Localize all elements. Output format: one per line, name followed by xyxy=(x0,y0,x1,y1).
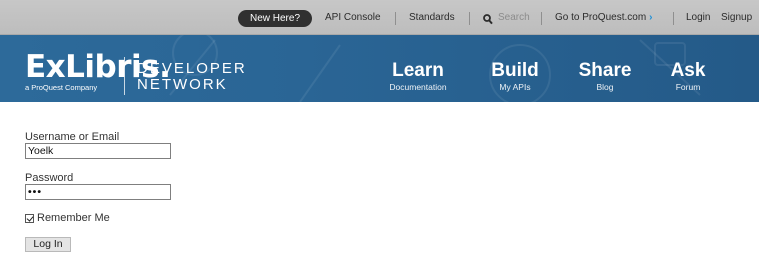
new-here-button[interactable]: New Here? xyxy=(238,10,312,27)
goto-proquest-link[interactable]: Go to ProQuest.com › xyxy=(555,11,653,25)
divider xyxy=(395,12,396,25)
search-icon xyxy=(483,12,493,30)
nav-share-label: Share xyxy=(578,60,632,81)
top-utility-bar: New Here? API Console Standards Search G… xyxy=(0,0,759,35)
developer-title-line2: NETWORK xyxy=(137,76,228,93)
logo-tagline: a ProQuest Company xyxy=(25,83,98,92)
checkbox-checked-icon[interactable] xyxy=(25,214,34,223)
nav-learn[interactable]: Learn Documentation xyxy=(378,60,458,93)
login-button[interactable]: Log In xyxy=(25,237,71,252)
search-placeholder: Search xyxy=(498,12,530,23)
divider xyxy=(469,12,470,25)
logo-divider xyxy=(124,57,125,95)
standards-link[interactable]: Standards xyxy=(409,11,455,25)
divider xyxy=(673,12,674,25)
nav-ask[interactable]: Ask Forum xyxy=(662,60,714,93)
divider xyxy=(541,12,542,25)
developer-title-line1: DEVELOPER xyxy=(137,60,247,77)
api-console-link[interactable]: API Console xyxy=(325,11,381,25)
password-field[interactable]: ••• xyxy=(25,184,171,200)
nav-learn-label: Learn xyxy=(392,60,444,81)
remember-me-label: Remember Me xyxy=(37,212,110,224)
nav-ask-sub: Forum xyxy=(675,82,701,92)
nav-share[interactable]: Share Blog xyxy=(572,60,638,93)
username-field[interactable]: Yoelk xyxy=(25,143,171,159)
header-banner: ExLibris. a ProQuest Company DEVELOPER N… xyxy=(0,35,759,102)
nav-ask-label: Ask xyxy=(670,60,706,81)
nav-build-sub: My APIs xyxy=(499,82,531,92)
nav-share-sub: Blog xyxy=(596,82,614,92)
nav-build-label: Build xyxy=(491,60,539,81)
login-link[interactable]: Login xyxy=(686,11,710,25)
signup-link[interactable]: Signup xyxy=(721,11,752,25)
nav-build[interactable]: Build My APIs xyxy=(482,60,548,93)
goto-proquest-label: Go to ProQuest.com xyxy=(555,12,647,23)
nav-learn-sub: Documentation xyxy=(389,82,447,92)
chevron-right-icon: › xyxy=(649,12,653,23)
